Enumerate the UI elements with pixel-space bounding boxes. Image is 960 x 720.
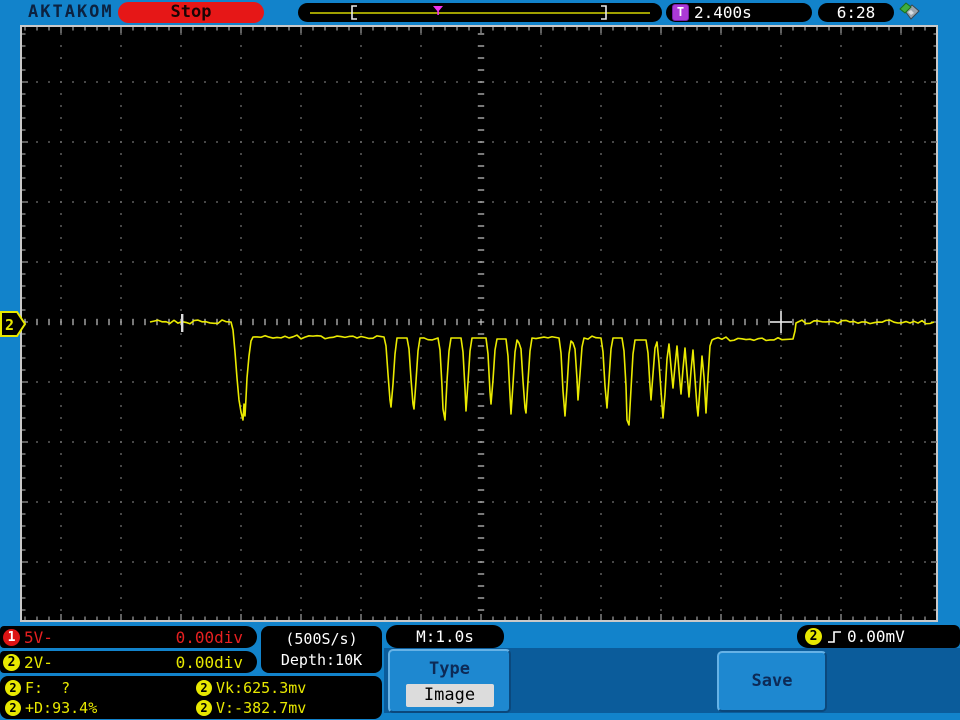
channel2-position-marker: 2 [0,311,27,337]
waveform-plot [22,27,937,620]
save-button[interactable]: Save [717,651,827,712]
graticule-grid [22,27,937,620]
measurement-voltage: 2 V:-382.7mv [196,698,306,718]
svg-text:2: 2 [5,316,14,334]
channel2-offset: 0.00div [175,652,243,672]
measurements-panel: 2 F: ? 2 Vk:625.3mv 2 +D:93.4% 2 V:-382.… [0,676,382,719]
meas-badge: 2 [196,700,212,716]
channel2-trace [149,319,935,426]
channel2-scale: 2V- [24,652,53,672]
trigger-status: 2 0.00mV [797,625,960,648]
meas-badge: 2 [196,680,212,696]
meas-value: Vk:625.3mv [216,679,307,697]
meas-value: F: ? [25,679,71,697]
storage-icon [899,2,920,20]
channel1-offset: 0.00div [175,627,243,647]
oscilloscope-screen: AKTAKOM Stop T 2.400s 6:28 2 1 5V- 0.00d… [0,0,960,720]
channel1-badge: 1 [3,628,20,646]
run-state-badge: Stop [118,2,264,23]
trigger-markers [181,311,792,333]
channel1-scale: 5V- [24,627,53,647]
brand-logo: AKTAKOM [28,2,114,22]
meas-value: V:-382.7mv [216,699,307,717]
measurement-frequency: 2 F: ? [5,678,70,698]
channel2-badge: 2 [3,653,20,671]
acquisition-info: (500S/s) Depth:10K [261,626,382,673]
trigger-time-pill: T 2.400s [666,3,812,22]
measurement-duty: 2 +D:93.4% [5,698,97,718]
trigger-source-badge: 2 [805,628,822,645]
channel2-status: 2 2V- 0.00div [0,651,257,673]
trigger-level-value: 0.00mV [847,627,905,646]
meas-badge: 2 [5,680,21,696]
timebase-status: M:1.0s [386,625,504,648]
horizontal-position-bar [298,3,662,22]
rising-edge-icon [828,630,841,643]
type-menu-title: Type [429,659,470,679]
clock: 6:28 [818,3,894,22]
memory-depth: Depth:10K [280,651,363,669]
meas-value: +D:93.4% [25,699,98,717]
type-menu-value[interactable]: Image [405,684,494,707]
sample-rate: (500S/s) [285,630,358,648]
trigger-t-icon: T [672,4,689,21]
measurement-vk: 2 Vk:625.3mv [196,678,306,698]
trigger-time-value: 2.400s [694,3,752,22]
meas-badge: 2 [5,700,21,716]
position-bar-graphic [310,5,650,20]
channel1-status: 1 5V- 0.00div [0,626,257,648]
type-menu-button[interactable]: Type Image [388,649,511,713]
